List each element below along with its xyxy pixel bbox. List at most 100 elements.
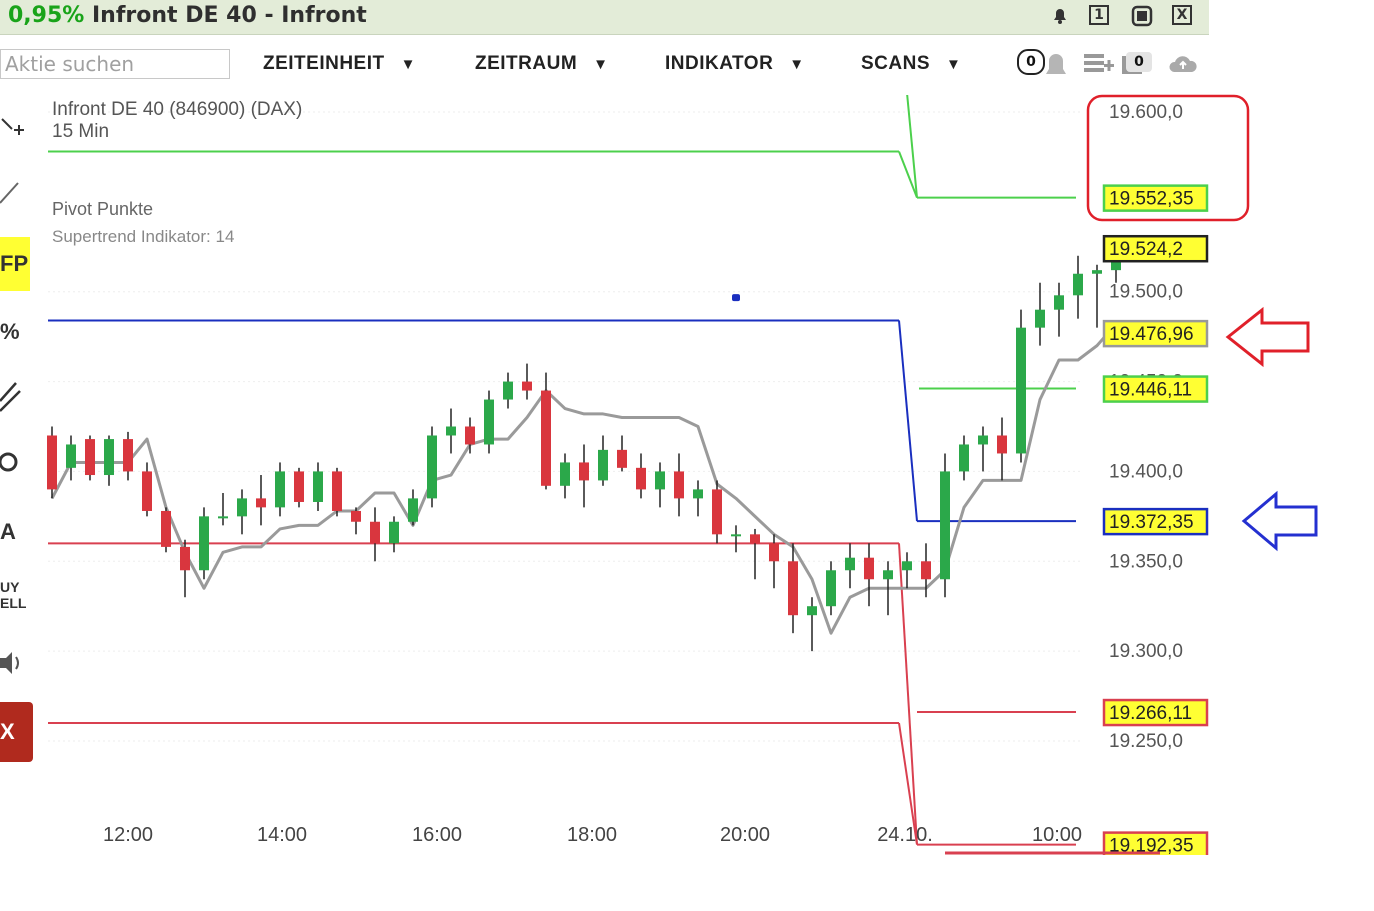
y-tick-label: 19.300,0 bbox=[1109, 641, 1183, 662]
candle-body bbox=[123, 439, 133, 472]
candle-body bbox=[788, 561, 798, 616]
menu-zeitraum[interactable]: ZEITRAUM ▼ bbox=[475, 53, 609, 75]
instrument-name: Infront DE 40 (846900) (DAX) bbox=[52, 99, 302, 120]
candle-body bbox=[484, 399, 494, 445]
candle-body bbox=[674, 471, 684, 499]
title-bar: 0,95% Infront DE 40 - Infront 1 X bbox=[0, 0, 1209, 35]
trendline-icon[interactable] bbox=[0, 177, 24, 213]
annotation-red-arrow-icon bbox=[1225, 306, 1310, 368]
chevron-down-icon: ▼ bbox=[946, 56, 962, 73]
price-label: 19.524,2 bbox=[1109, 239, 1183, 260]
search-input[interactable] bbox=[0, 49, 230, 79]
candle-body bbox=[807, 606, 817, 616]
x-tick-label: 18:00 bbox=[567, 824, 617, 846]
crosshair-icon[interactable] bbox=[0, 117, 26, 153]
watchlist-count-badge[interactable]: 0 bbox=[1126, 52, 1152, 72]
candle-body bbox=[826, 570, 836, 607]
candle-body bbox=[199, 516, 209, 571]
candle-body bbox=[408, 498, 418, 522]
menu-scans[interactable]: SCANS ▼ bbox=[861, 53, 961, 75]
candle-body bbox=[978, 435, 988, 445]
trading-app: 0,95% Infront DE 40 - Infront 1 X ZEITEI… bbox=[0, 0, 1209, 855]
candle-body bbox=[104, 439, 114, 476]
sidebar-item-text[interactable]: A bbox=[0, 519, 16, 545]
candle-body bbox=[617, 449, 627, 468]
fibonacci-icon[interactable] bbox=[0, 377, 24, 419]
candle-body bbox=[503, 381, 513, 400]
candle-body bbox=[332, 471, 342, 511]
chart-canvas[interactable]: 19.600,019.500,019.450,019.400,019.350,0… bbox=[0, 95, 1209, 855]
speaker-icon[interactable] bbox=[0, 648, 24, 684]
candle-body bbox=[902, 561, 912, 571]
sidebar-item-percent[interactable]: % bbox=[0, 319, 20, 345]
x-tick-label: 16:00 bbox=[412, 824, 462, 846]
marker-dot bbox=[732, 294, 740, 302]
drawing-sidebar: FP % A UY ELL X bbox=[0, 95, 34, 855]
bell-icon[interactable] bbox=[1050, 5, 1070, 25]
candle-body bbox=[959, 444, 969, 472]
annotation-red-box bbox=[1086, 94, 1250, 222]
buy-label: UY bbox=[0, 579, 20, 595]
candle-body bbox=[560, 462, 570, 486]
candle-body bbox=[389, 521, 399, 544]
menu-indikator[interactable]: INDIKATOR ▼ bbox=[665, 53, 805, 75]
candle-body bbox=[465, 426, 475, 445]
sidebar-item-fp[interactable]: FP bbox=[0, 237, 30, 291]
candle-body bbox=[66, 444, 76, 468]
price-label: 19.476,96 bbox=[1109, 324, 1194, 345]
candle-body bbox=[275, 471, 285, 508]
candle-body bbox=[142, 471, 152, 511]
sell-label: ELL bbox=[0, 595, 27, 611]
add-list-icon[interactable] bbox=[1082, 50, 1116, 76]
candle-body bbox=[598, 449, 608, 481]
candle-body bbox=[161, 510, 171, 547]
candle-body bbox=[218, 516, 228, 519]
candle-body bbox=[294, 471, 304, 502]
restore-icon[interactable] bbox=[1131, 5, 1153, 27]
minimize-button[interactable]: 1 bbox=[1089, 5, 1109, 25]
candle-body bbox=[845, 557, 855, 571]
price-label: 19.372,35 bbox=[1109, 512, 1194, 533]
candle-body bbox=[446, 426, 456, 436]
candle-body bbox=[997, 435, 1007, 454]
menu-label: ZEITRAUM bbox=[475, 53, 578, 74]
alert-count-badge[interactable]: 0 bbox=[1017, 49, 1045, 75]
menu-label: INDIKATOR bbox=[665, 53, 774, 74]
candle-body bbox=[237, 498, 247, 517]
pivot-transition bbox=[898, 320, 918, 522]
y-tick-label: 19.500,0 bbox=[1109, 282, 1183, 303]
candle-body bbox=[750, 534, 760, 544]
price-label: 19.446,11 bbox=[1109, 380, 1192, 401]
candle-body bbox=[693, 489, 703, 499]
candle-body bbox=[1073, 273, 1083, 296]
candle-body bbox=[256, 498, 266, 508]
x-tick-label: 14:00 bbox=[257, 824, 307, 846]
menu-label: SCANS bbox=[861, 53, 931, 74]
candle-body bbox=[351, 510, 361, 522]
x-tick-label: 20:00 bbox=[720, 824, 770, 846]
candle-body bbox=[769, 543, 779, 562]
candle-body bbox=[522, 381, 532, 391]
candle-body bbox=[47, 435, 57, 490]
candle-body bbox=[180, 546, 190, 571]
cloud-icon[interactable] bbox=[1168, 53, 1198, 79]
candle-body bbox=[370, 521, 380, 544]
x-tick-label: 12:00 bbox=[103, 824, 153, 846]
candle-body bbox=[883, 570, 893, 580]
indicator-pivot: Pivot Punkte bbox=[52, 199, 153, 219]
change-percent: 0,95% bbox=[8, 3, 85, 28]
y-tick-label: 19.250,0 bbox=[1109, 731, 1183, 752]
chevron-down-icon: ▼ bbox=[400, 56, 416, 73]
candle-body bbox=[427, 435, 437, 499]
candle-body bbox=[313, 471, 323, 502]
sidebar-item-close[interactable]: X bbox=[0, 702, 33, 762]
close-button[interactable]: X bbox=[1172, 5, 1192, 25]
menu-zeiteinheit[interactable]: ZEITEINHEIT ▼ bbox=[263, 53, 416, 75]
x-tick-label: 10:00 bbox=[1032, 824, 1082, 846]
sidebar-item-buysell[interactable]: UY ELL bbox=[0, 579, 26, 611]
alarm-bell-icon[interactable] bbox=[1043, 50, 1069, 76]
candle-body bbox=[1035, 309, 1045, 328]
indicator-supertrend: Supertrend Indikator: 14 bbox=[52, 227, 234, 246]
circle-icon[interactable] bbox=[0, 447, 22, 483]
candle-body bbox=[636, 467, 646, 490]
